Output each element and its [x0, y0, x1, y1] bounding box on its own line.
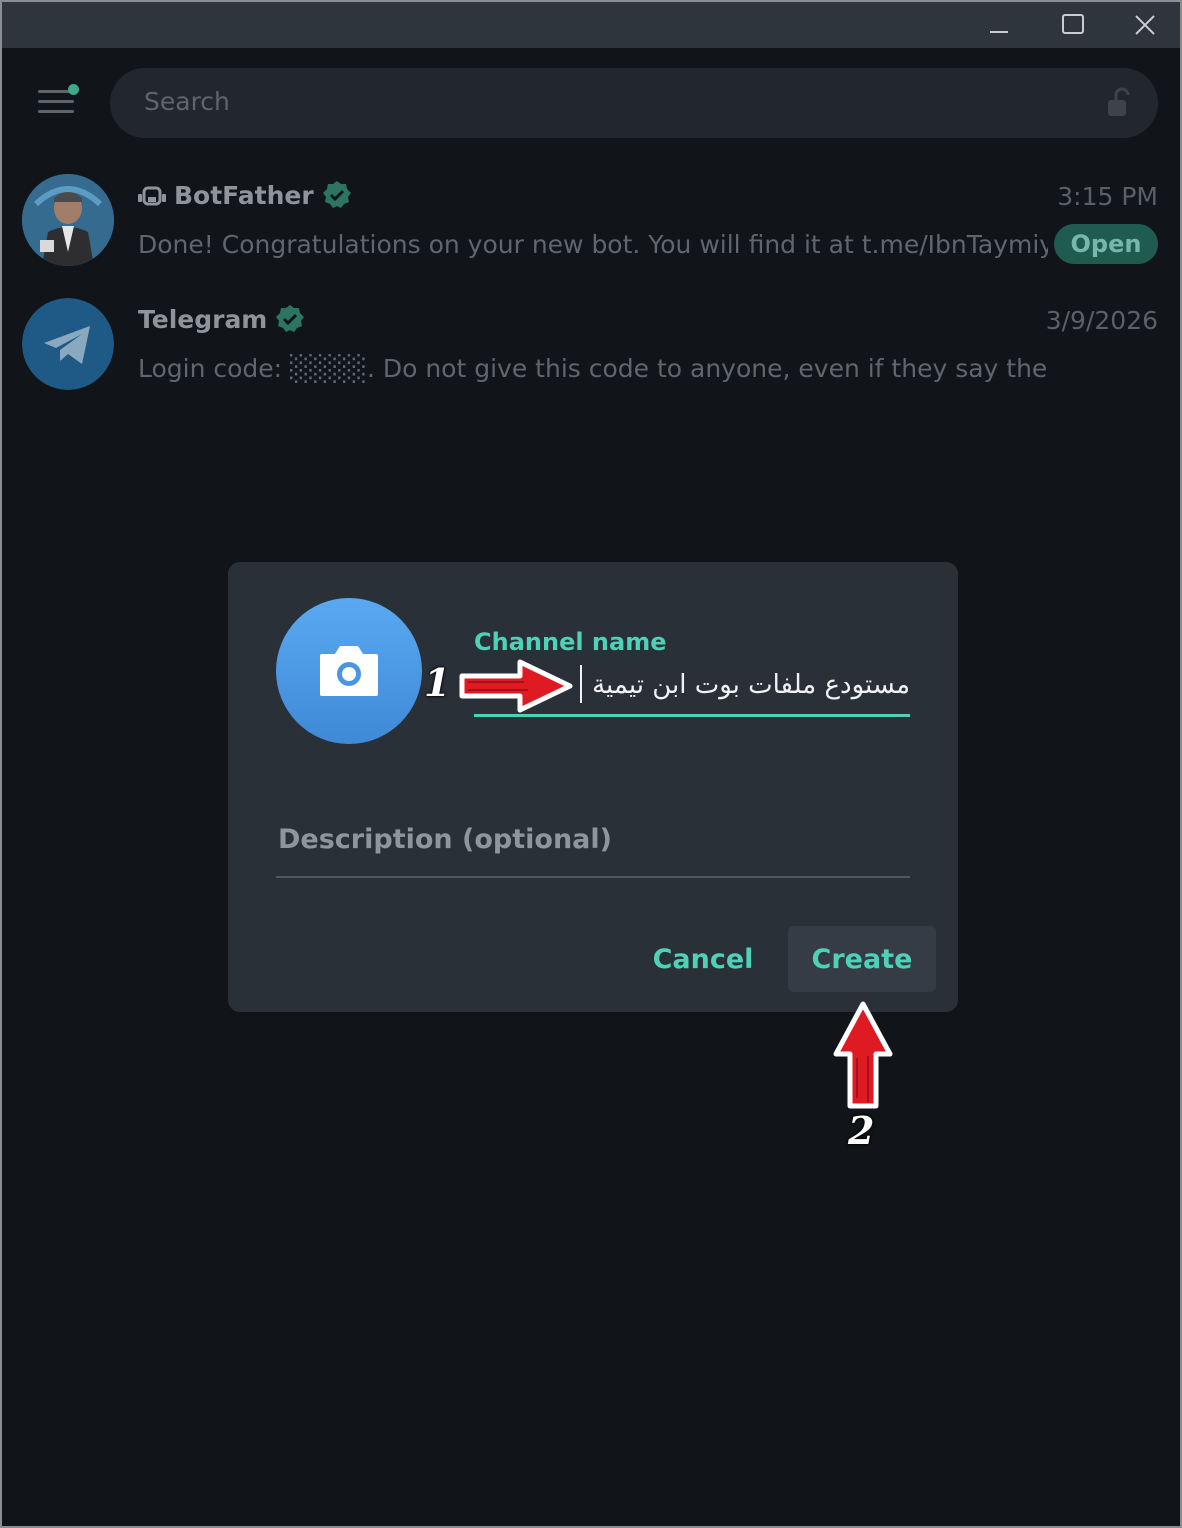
channel-name-label: Channel name: [474, 628, 667, 656]
verified-icon: [322, 181, 351, 208]
menu-line: [38, 100, 74, 103]
chat-name: BotFather: [174, 180, 314, 210]
description-underline: [276, 876, 910, 878]
chat-preview: Login code: ░░░░. Do not give this code …: [138, 354, 1048, 383]
bot-icon: [138, 186, 166, 206]
annotation-step-2: 2: [848, 1108, 875, 1153]
notification-dot: [68, 84, 79, 95]
title-bar: [2, 2, 1180, 48]
chat-name: Telegram: [138, 304, 268, 334]
open-bot-button[interactable]: Open: [1054, 224, 1158, 264]
channel-name-underline: [474, 714, 910, 717]
chat-row-telegram[interactable]: Telegram 3/9/2026 Login code: ░░░░. Do n…: [2, 288, 1180, 406]
maximize-icon: [1062, 14, 1084, 34]
verified-icon: [276, 305, 305, 332]
arrow-right-icon: [459, 659, 573, 713]
search-bar[interactable]: Search: [110, 68, 1158, 138]
chat-time: 3:15 PM: [1057, 182, 1158, 211]
maximize-button[interactable]: [1038, 2, 1108, 48]
text-caret: [580, 665, 582, 703]
chat-row-botfather[interactable]: BotFather 3:15 PM Done! Congratulations …: [2, 164, 1180, 282]
botfather-avatar-image: [22, 174, 114, 266]
description-input[interactable]: Description (optional): [278, 824, 612, 855]
camera-icon: [320, 646, 378, 696]
create-button[interactable]: Create: [788, 926, 936, 992]
search-placeholder: Search: [144, 87, 230, 116]
telegram-avatar: [22, 298, 114, 390]
menu-line: [38, 110, 74, 113]
lock-icon[interactable]: [1106, 86, 1136, 118]
set-photo-button[interactable]: [276, 598, 422, 744]
cancel-button[interactable]: Cancel: [638, 926, 768, 992]
chat-time: 3/9/2026: [1045, 306, 1158, 335]
botfather-avatar: [22, 174, 114, 266]
close-icon: [1135, 15, 1155, 35]
chat-name-row: BotFather: [138, 180, 352, 210]
chat-preview: Done! Congratulations on your new bot. Y…: [138, 230, 1048, 259]
annotation-step-1: 1: [424, 660, 451, 705]
arrow-up-icon: [833, 1001, 893, 1109]
minimize-button[interactable]: [964, 2, 1034, 48]
telegram-logo-icon: [22, 298, 114, 390]
minimize-icon: [990, 31, 1008, 33]
create-channel-dialog: Channel name مستودع ملفات بوت ابن تيمية …: [228, 562, 958, 1012]
telegram-window: Search BotFather 3:15 PM Done! Congratul…: [0, 0, 1182, 1528]
close-button[interactable]: [1110, 2, 1180, 48]
chat-name-row: Telegram: [138, 304, 305, 334]
